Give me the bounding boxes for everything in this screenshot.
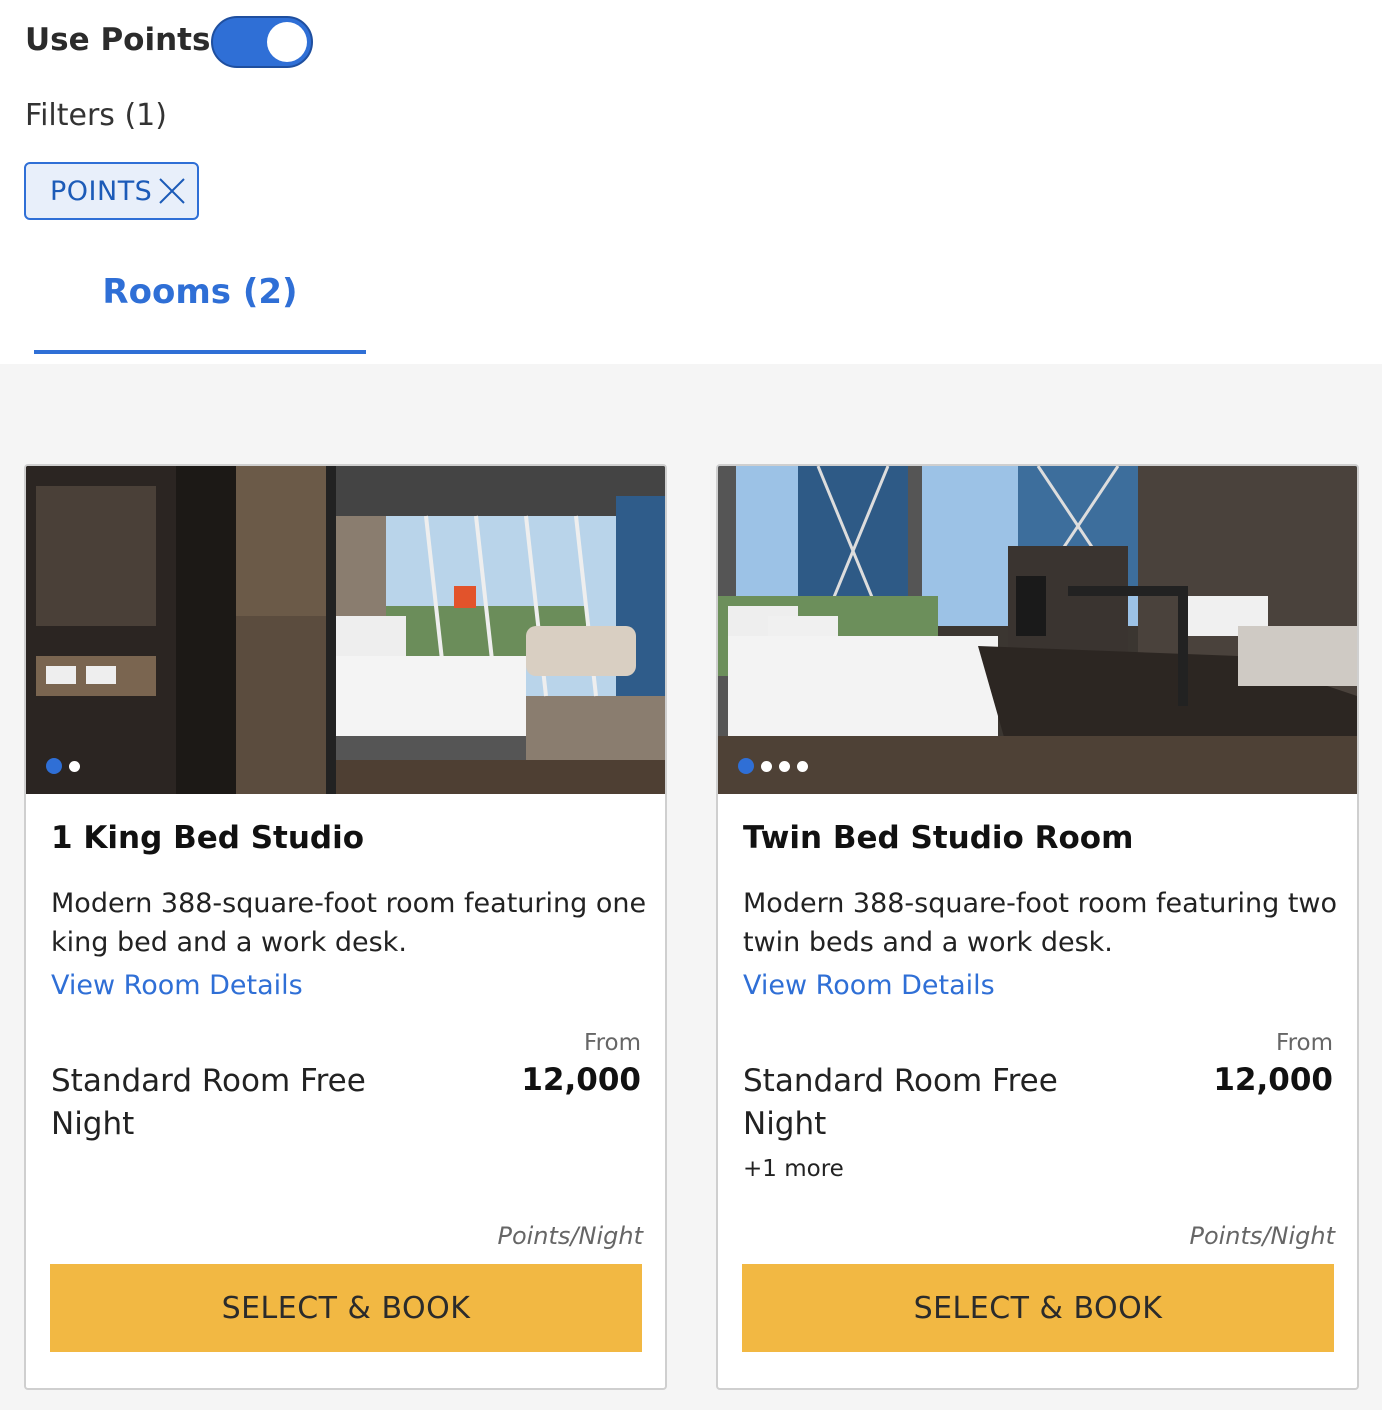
select-book-button[interactable]: SELECT & BOOK	[50, 1264, 642, 1352]
room-card: Twin Bed Studio Room Modern 388-square-f…	[716, 464, 1359, 1390]
from-label: From	[1276, 1030, 1333, 1056]
price: 12,000	[1213, 1062, 1333, 1098]
carousel-dot[interactable]	[738, 758, 754, 774]
from-label: From	[584, 1030, 641, 1056]
room-description: Modern 388-square-foot room featuring on…	[51, 888, 647, 958]
room-photo[interactable]	[718, 466, 1357, 794]
toggle-knob	[267, 22, 307, 62]
tab-rooms[interactable]: Rooms (2)	[34, 268, 366, 354]
carousel-dots[interactable]	[46, 758, 87, 774]
view-room-details-link[interactable]: View Room Details	[743, 970, 995, 1001]
carousel-dot[interactable]	[69, 760, 80, 772]
close-icon[interactable]	[158, 177, 186, 205]
carousel-dot[interactable]	[797, 760, 808, 772]
carousel-dot[interactable]	[761, 760, 772, 772]
room-description: Modern 388-square-foot room featuring tw…	[743, 888, 1338, 958]
carousel-dots[interactable]	[738, 758, 815, 774]
carousel-dot[interactable]	[779, 760, 790, 772]
rate-name: Standard Room Free Night	[743, 1063, 1058, 1142]
room-title: 1 King Bed Studio	[51, 820, 365, 856]
more-rates-link[interactable]: +1 more	[743, 1156, 844, 1182]
view-room-details-link[interactable]: View Room Details	[51, 970, 303, 1001]
price-unit: Points/Night	[1189, 1222, 1335, 1250]
tab-rooms-label: Rooms (2)	[102, 272, 298, 312]
room-list: 1 King Bed Studio Modern 388-square-foot…	[0, 364, 1382, 1410]
room-photo[interactable]	[26, 466, 665, 794]
use-points-label: Use Points	[25, 22, 211, 58]
filter-chip-points[interactable]: POINTS	[24, 162, 199, 220]
carousel-dot[interactable]	[46, 758, 62, 774]
use-points-toggle[interactable]	[211, 16, 313, 68]
tab-underline	[34, 350, 366, 354]
price-unit: Points/Night	[497, 1222, 643, 1250]
room-card: 1 King Bed Studio Modern 388-square-foot…	[24, 464, 667, 1390]
price: 12,000	[521, 1062, 641, 1098]
filter-chip-label: POINTS	[50, 175, 153, 207]
room-title: Twin Bed Studio Room	[743, 820, 1134, 856]
filters-label: Filters (1)	[25, 98, 167, 133]
rate-name: Standard Room Free Night	[51, 1063, 366, 1142]
select-book-button[interactable]: SELECT & BOOK	[742, 1264, 1334, 1352]
header-section: Use Points Filters (1) POINTS Rooms (2)	[0, 0, 1382, 364]
